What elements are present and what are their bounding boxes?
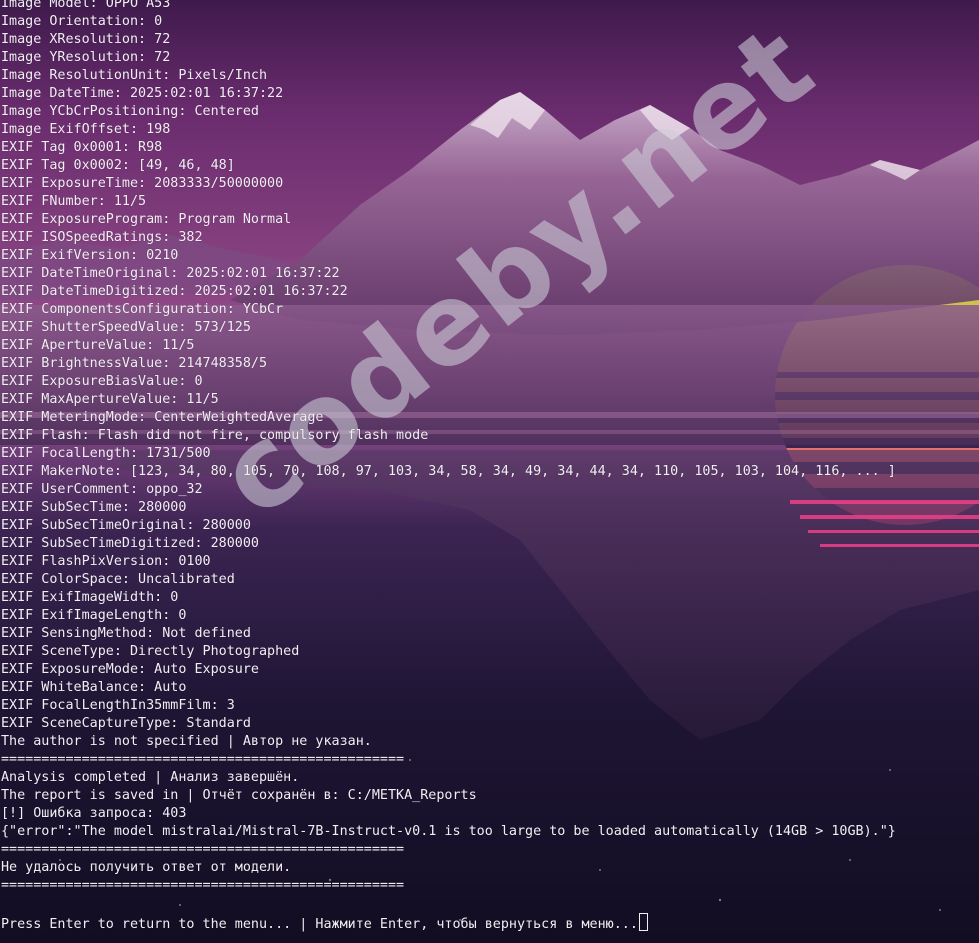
terminal-line: EXIF ComponentsConfiguration: YCbCr [1,302,284,317]
terminal-line: Analysis completed | Анализ завершён. [1,770,300,785]
terminal-line: EXIF ExposureProgram: Program Normal [1,212,292,227]
terminal-line: The report is saved in | Отчёт сохранён … [1,788,477,803]
terminal-line: EXIF ShutterSpeedValue: 573/125 [1,320,251,335]
terminal-line: EXIF MaxApertureValue: 11/5 [1,392,219,407]
prompt-text: Press Enter to return to the menu... | Н… [1,917,638,932]
text-cursor [638,913,648,931]
terminal-line: EXIF WhiteBalance: Auto [1,680,187,695]
terminal-line: EXIF ApertureValue: 11/5 [1,338,195,353]
terminal-line: Image ResolutionUnit: Pixels/Inch [1,68,268,83]
terminal-line: ========================================… [1,842,405,857]
terminal-line: EXIF FNumber: 11/5 [1,194,147,209]
terminal-line: EXIF FocalLengthIn35mmFilm: 3 [1,698,235,713]
terminal-line: Image Model: OPPO A53 [1,0,171,11]
terminal-line: Image XResolution: 72 [1,32,171,47]
terminal-line: ========================================… [1,878,405,893]
terminal-line: Image DateTime: 2025:02:01 16:37:22 [1,86,284,101]
terminal-line: EXIF FlashPixVersion: 0100 [1,554,211,569]
terminal-line: EXIF SubSecTimeDigitized: 280000 [1,536,259,551]
terminal-line: Image Orientation: 0 [1,14,163,29]
terminal-line: Image YCbCrPositioning: Centered [1,104,259,119]
terminal-line: EXIF SensingMethod: Not defined [1,626,251,641]
terminal-line: EXIF ExposureMode: Auto Exposure [1,662,259,677]
terminal-line: EXIF BrightnessValue: 214748358/5 [1,356,268,371]
terminal-line: EXIF MeteringMode: CenterWeightedAverage [1,410,324,425]
terminal-line: EXIF ExifImageWidth: 0 [1,590,179,605]
terminal-line: Image ExifOffset: 198 [1,122,171,137]
terminal-line: EXIF SubSecTime: 280000 [1,500,187,515]
terminal-line: EXIF SceneType: Directly Photographed [1,644,300,659]
terminal-line: EXIF SceneCaptureType: Standard [1,716,251,731]
terminal-line: EXIF ISOSpeedRatings: 382 [1,230,203,245]
terminal-line: EXIF ExifVersion: 0210 [1,248,179,263]
terminal-output: Image Model: OPPO A53 Image Orientation: … [1,0,896,932]
terminal-window[interactable]: codeby.net Image Model: OPPO A53 Image Or… [0,0,979,943]
terminal-line: ========================================… [1,752,405,767]
terminal-line: The author is not specified | Автор не у… [1,734,372,749]
prompt-line[interactable]: Press Enter to return to the menu... | Н… [1,913,896,932]
terminal-line: EXIF ExifImageLength: 0 [1,608,187,623]
terminal-line: EXIF SubSecTimeOriginal: 280000 [1,518,251,533]
terminal-line: {"error":"The model mistralai/Mistral-7B… [1,824,896,839]
terminal-line: Image YResolution: 72 [1,50,171,65]
terminal-line: EXIF Tag 0x0002: [49, 46, 48] [1,158,235,173]
terminal-line: EXIF UserComment: oppo_32 [1,482,203,497]
terminal-line: EXIF Flash: Flash did not fire, compulso… [1,428,429,443]
terminal-line: Не удалось получить ответ от модели. [1,860,292,875]
terminal-line: EXIF ExposureTime: 2083333/50000000 [1,176,284,191]
terminal-line: [!] Ошибка запроса: 403 [1,806,187,821]
terminal-line: EXIF FocalLength: 1731/500 [1,446,211,461]
terminal-line: EXIF DateTimeDigitized: 2025:02:01 16:37… [1,284,348,299]
terminal-line: EXIF MakerNote: [123, 34, 80, 105, 70, 1… [1,464,896,479]
terminal-line: EXIF Tag 0x0001: R98 [1,140,163,155]
terminal-line: EXIF DateTimeOriginal: 2025:02:01 16:37:… [1,266,340,281]
terminal-line: EXIF ExposureBiasValue: 0 [1,374,203,389]
terminal-line: EXIF ColorSpace: Uncalibrated [1,572,235,587]
